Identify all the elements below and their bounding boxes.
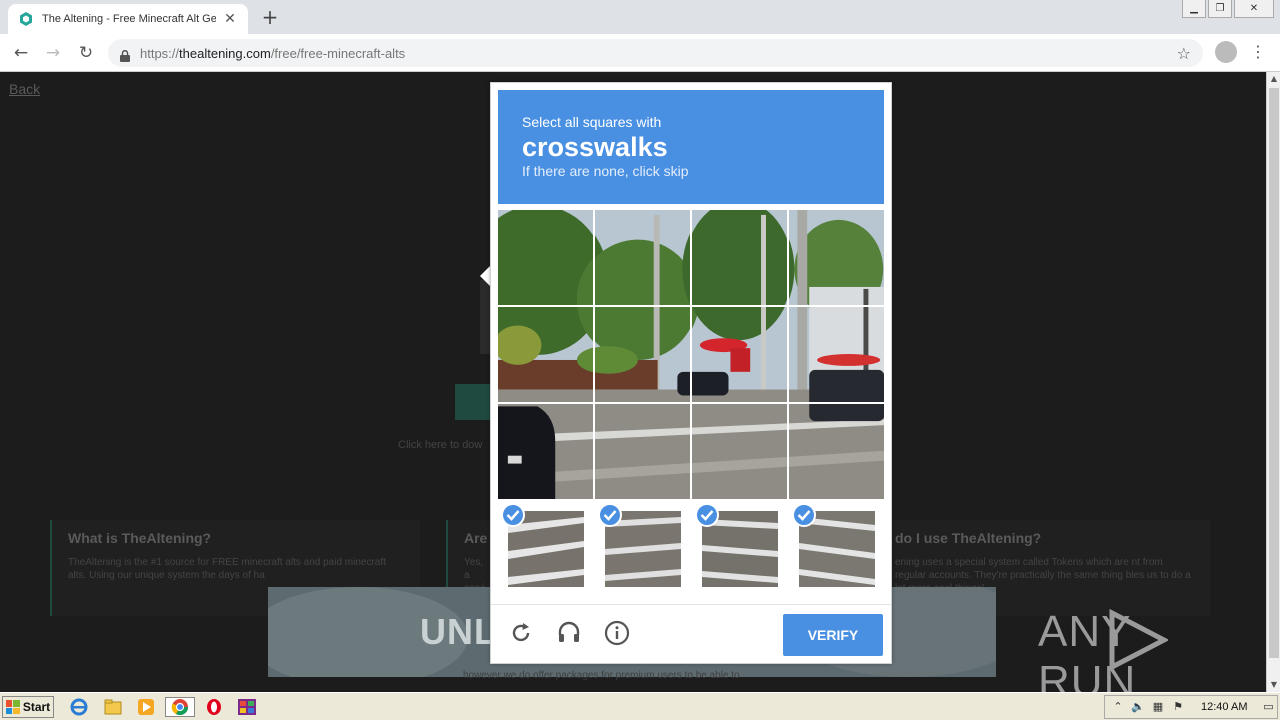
captcha-tile[interactable] <box>692 404 787 499</box>
captcha-tile[interactable] <box>595 307 690 402</box>
captcha-tile[interactable] <box>498 404 593 499</box>
street-scene-image <box>498 307 593 402</box>
captcha-tile[interactable] <box>595 404 690 499</box>
tray-expand-icon[interactable]: ⌃ <box>1111 700 1125 714</box>
internet-explorer-icon[interactable] <box>68 697 90 717</box>
address-bar[interactable]: https://thealtening.com/free/free-minecr… <box>108 39 1203 67</box>
back-arrow-icon[interactable]: ← <box>10 42 32 64</box>
street-scene-image <box>595 210 690 305</box>
close-window-button[interactable]: ✕ <box>1234 0 1274 18</box>
checkmark-icon <box>695 503 719 527</box>
recaptcha-challenge: Select all squares with crosswalks If th… <box>490 82 892 664</box>
captcha-tile[interactable] <box>498 307 593 402</box>
system-tray: ⌃ 🔈 ▦ ⚑ 12:40 AM ▭ <box>1104 695 1278 719</box>
scroll-down-icon[interactable]: ▼ <box>1267 678 1280 692</box>
reload-page-icon[interactable]: ↻ <box>75 42 97 64</box>
skip-hint: If there are none, click skip <box>522 163 689 179</box>
captcha-instructions: Select all squares with crosswalks If th… <box>498 90 884 204</box>
scroll-thumb[interactable] <box>1269 88 1279 658</box>
street-scene-image <box>692 404 787 499</box>
audio-icon[interactable] <box>555 619 583 647</box>
captcha-pointer <box>480 266 490 286</box>
street-scene-image <box>595 307 690 402</box>
captcha-tile-selected[interactable] <box>789 501 884 599</box>
checkmark-icon <box>792 503 816 527</box>
profile-avatar-icon[interactable] <box>1215 41 1237 63</box>
scroll-up-icon[interactable]: ▲ <box>1267 72 1280 86</box>
browser-menu-icon[interactable]: ⋮ <box>1250 42 1266 64</box>
captcha-tile[interactable] <box>789 404 884 499</box>
windows-taskbar: Start ⌃ 🔈 ▦ ⚑ 12:40 AM ▭ <box>0 692 1280 720</box>
site-favicon-icon <box>18 11 34 27</box>
anyrun-play-icon <box>1109 609 1168 671</box>
download-link[interactable]: Click here to dow <box>398 439 482 451</box>
forward-arrow-icon[interactable]: → <box>42 42 64 64</box>
captcha-tile[interactable] <box>789 210 884 305</box>
captcha-tile-selected[interactable] <box>692 501 787 599</box>
info-card-title: What is TheAltening? <box>68 530 212 546</box>
archive-app-icon[interactable] <box>236 697 258 717</box>
captcha-selected-row <box>498 501 884 599</box>
lock-icon <box>120 47 130 62</box>
file-explorer-icon[interactable] <box>102 697 124 717</box>
bottom-text: however we do offer packages for premium… <box>463 670 740 681</box>
captcha-tile[interactable] <box>595 210 690 305</box>
street-scene-image <box>595 404 690 499</box>
tab-close-icon[interactable]: ✕ <box>222 11 238 27</box>
reload-icon[interactable] <box>507 619 535 647</box>
media-player-icon[interactable] <box>135 697 157 717</box>
verify-button[interactable]: VERIFY <box>783 614 883 656</box>
street-scene-image <box>789 307 884 402</box>
back-link[interactable]: Back <box>9 81 40 97</box>
generate-button[interactable] <box>455 384 495 420</box>
network-icon[interactable]: ▦ <box>1151 700 1165 714</box>
captcha-tile[interactable] <box>789 307 884 402</box>
new-tab-button[interactable]: + <box>260 6 280 28</box>
restore-button[interactable]: ❐ <box>1208 0 1232 18</box>
browser-toolbar: ← → ↻ https://thealtening.com/free/free-… <box>0 34 1280 72</box>
window-controls: ▁ ❐ ✕ <box>1182 0 1274 18</box>
page-scrollbar[interactable]: ▲ ▼ <box>1266 72 1280 692</box>
captcha-image-grid <box>498 210 884 499</box>
street-scene-image <box>692 210 787 305</box>
show-desktop-icon[interactable]: ▭ <box>1261 700 1275 714</box>
taskbar-clock: 12:40 AM <box>1201 701 1248 713</box>
captcha-tile-selected[interactable] <box>498 501 593 599</box>
browser-titlebar: The Altening - Free Minecraft Alt Gen ✕ … <box>0 0 1280 34</box>
banner-text: UNL <box>420 611 497 652</box>
flag-icon[interactable]: ⚑ <box>1171 700 1185 714</box>
street-scene-image <box>789 404 884 499</box>
chrome-taskbar-icon[interactable] <box>165 697 195 717</box>
street-scene-image <box>498 404 593 499</box>
info-card-text: TheAltening is the #1 source for FREE mi… <box>68 557 386 581</box>
instruction-line: Select all squares with <box>522 114 662 130</box>
captcha-tile[interactable] <box>692 210 787 305</box>
target-object: crosswalks <box>522 132 668 162</box>
captcha-tile-selected[interactable] <box>595 501 690 599</box>
start-button[interactable]: Start <box>2 696 54 718</box>
opera-icon[interactable] <box>203 697 225 717</box>
captcha-tile[interactable] <box>692 307 787 402</box>
info-card-title: do I use TheAltening? <box>895 530 1042 546</box>
tab-title: The Altening - Free Minecraft Alt Gen <box>42 13 216 25</box>
start-label: Start <box>22 700 51 714</box>
street-scene-image <box>498 210 593 305</box>
bookmark-star-icon[interactable]: ☆ <box>1177 44 1191 63</box>
minimize-button[interactable]: ▁ <box>1182 0 1206 18</box>
captcha-tile[interactable] <box>498 210 593 305</box>
street-scene-image <box>692 307 787 402</box>
url-text: https://thealtening.com/free/free-minecr… <box>140 45 406 61</box>
checkmark-icon <box>501 503 525 527</box>
browser-tab[interactable]: The Altening - Free Minecraft Alt Gen ✕ <box>8 4 248 34</box>
info-card-title: Are <box>464 530 488 546</box>
info-icon[interactable] <box>603 619 631 647</box>
windows-logo-icon <box>5 700 20 714</box>
volume-icon[interactable]: 🔈 <box>1131 700 1145 714</box>
street-scene-image <box>789 210 884 305</box>
checkmark-icon <box>598 503 622 527</box>
captcha-footer: VERIFY <box>491 604 891 664</box>
